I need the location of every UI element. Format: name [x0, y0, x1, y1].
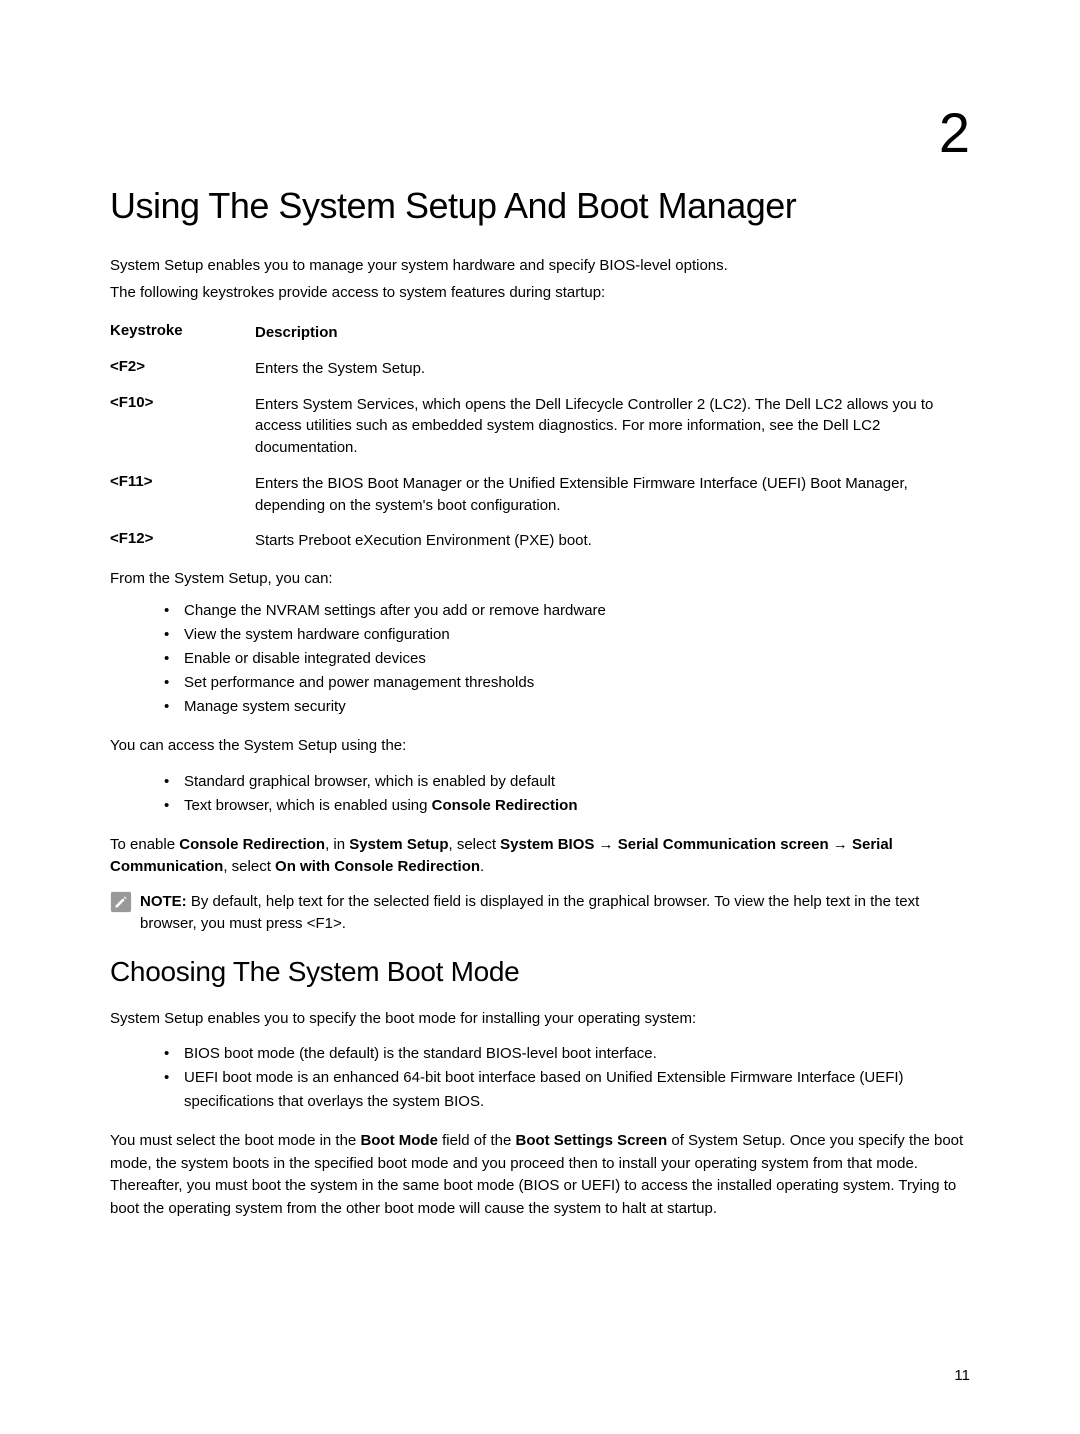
intro-line-1: System Setup enables you to manage your …: [110, 255, 970, 278]
keystroke-key: <F10>: [110, 394, 255, 459]
table-row: <F10> Enters System Services, which open…: [110, 394, 970, 459]
pencil-note-icon: [110, 891, 132, 913]
note-icon: [110, 891, 140, 936]
enable-console-redirection-text: To enable Console Redirection, in System…: [110, 834, 970, 879]
keystroke-key: <F11>: [110, 473, 255, 517]
access-methods-list: Standard graphical browser, which is ena…: [164, 770, 970, 818]
list-item: Set performance and power management thr…: [164, 671, 970, 695]
text-fragment: .: [480, 858, 484, 875]
keystroke-description: Enters System Services, which opens the …: [255, 394, 970, 459]
table-row: <F12> Starts Preboot eXecution Environme…: [110, 530, 970, 552]
text-bold: Boot Mode: [360, 1132, 437, 1149]
list-item: BIOS boot mode (the default) is the stan…: [164, 1042, 970, 1066]
chapter-number: 2: [110, 100, 970, 165]
list-item: Enable or disable integrated devices: [164, 647, 970, 671]
page-title: Using The System Setup And Boot Manager: [110, 185, 970, 227]
arrow-separator: →: [594, 836, 617, 853]
list-item-bold: Console Redirection: [432, 797, 578, 814]
setup-capabilities-intro: From the System Setup, you can:: [110, 570, 970, 587]
text-bold: System Setup: [349, 836, 448, 853]
table-header-row: Keystroke Description: [110, 322, 970, 344]
text-fragment: field of the: [438, 1132, 516, 1149]
list-item: Manage system security: [164, 695, 970, 719]
text-bold: Serial Communication screen: [618, 836, 829, 853]
note-body: By default, help text for the selected f…: [140, 893, 919, 933]
keystroke-table: Keystroke Description <F2> Enters the Sy…: [110, 322, 970, 552]
table-header-description: Description: [255, 322, 970, 344]
page-number: 11: [954, 1367, 970, 1384]
arrow-separator: →: [829, 836, 852, 853]
text-bold: On with Console Redirection: [275, 858, 480, 875]
keystroke-description: Enters the System Setup.: [255, 358, 970, 380]
list-item: View the system hardware configuration: [164, 623, 970, 647]
list-item: UEFI boot mode is an enhanced 64-bit boo…: [164, 1066, 970, 1114]
keystroke-key: <F12>: [110, 530, 255, 552]
setup-capabilities-list: Change the NVRAM settings after you add …: [164, 599, 970, 719]
keystroke-key: <F2>: [110, 358, 255, 380]
note-label: NOTE:: [140, 893, 187, 910]
text-bold: Console Redirection: [179, 836, 325, 853]
text-fragment: To enable: [110, 836, 179, 853]
intro-line-2: The following keystrokes provide access …: [110, 282, 970, 305]
final-paragraph: You must select the boot mode in the Boo…: [110, 1130, 970, 1220]
list-item: Change the NVRAM settings after you add …: [164, 599, 970, 623]
text-fragment: You must select the boot mode in the: [110, 1132, 360, 1149]
table-row: <F11> Enters the BIOS Boot Manager or th…: [110, 473, 970, 517]
list-item: Text browser, which is enabled using Con…: [164, 794, 970, 818]
list-item: Standard graphical browser, which is ena…: [164, 770, 970, 794]
table-row: <F2> Enters the System Setup.: [110, 358, 970, 380]
keystroke-description: Enters the BIOS Boot Manager or the Unif…: [255, 473, 970, 517]
section-heading: Choosing The System Boot Mode: [110, 956, 970, 988]
list-item-text: Text browser, which is enabled using: [184, 797, 432, 814]
text-fragment: , in: [325, 836, 349, 853]
boot-mode-list: BIOS boot mode (the default) is the stan…: [164, 1042, 970, 1114]
text-fragment: , select: [223, 858, 275, 875]
note-text: NOTE: By default, help text for the sele…: [140, 891, 970, 936]
note-block: NOTE: By default, help text for the sele…: [110, 891, 970, 936]
table-header-keystroke: Keystroke: [110, 322, 255, 344]
keystroke-description: Starts Preboot eXecution Environment (PX…: [255, 530, 970, 552]
text-bold: Boot Settings Screen: [515, 1132, 667, 1149]
access-methods-intro: You can access the System Setup using th…: [110, 735, 970, 758]
section-intro: System Setup enables you to specify the …: [110, 1008, 970, 1031]
text-fragment: , select: [448, 836, 500, 853]
text-bold: System BIOS: [500, 836, 594, 853]
